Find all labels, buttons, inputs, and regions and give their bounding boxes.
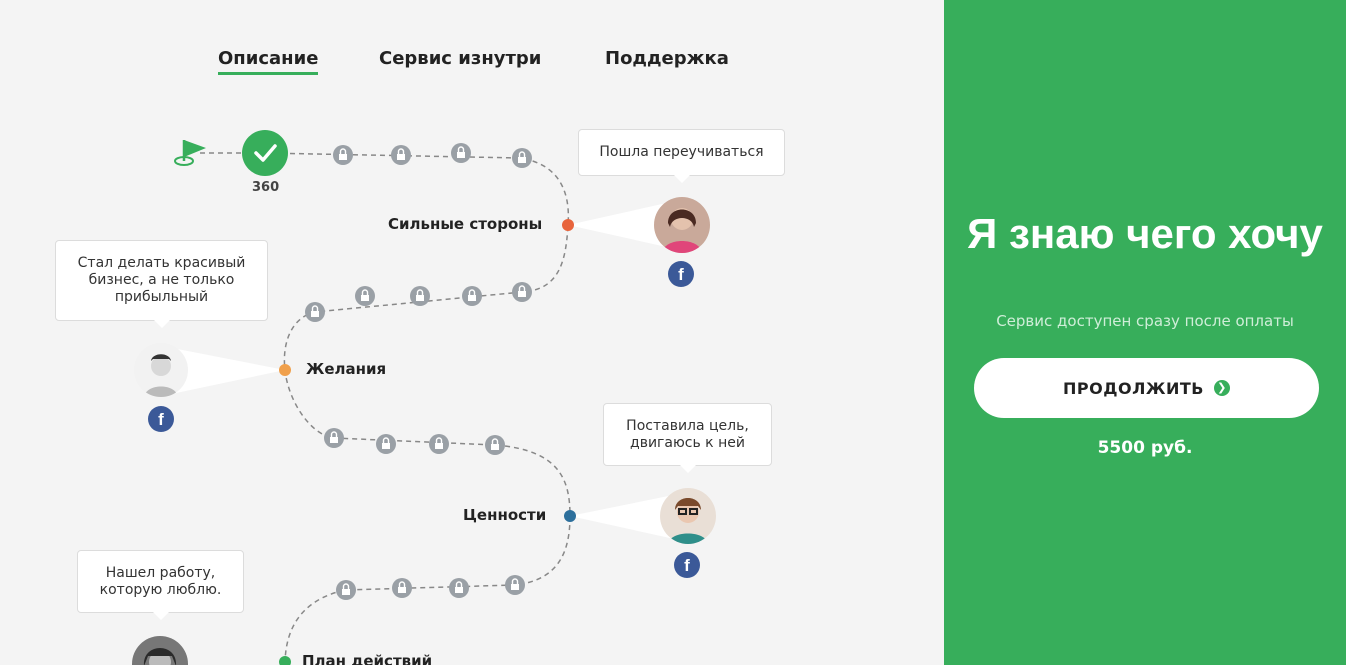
lock-icon — [324, 428, 344, 448]
continue-button[interactable]: ПРОДОЛЖИТЬ ❯ — [974, 358, 1319, 418]
lock-icon — [429, 434, 449, 454]
stage-dot-plan — [279, 656, 291, 665]
lock-icon — [505, 575, 525, 595]
stage-dot-desires — [279, 364, 291, 376]
testimonial-bubble: Поставила цель, двигаюсь к ней — [603, 403, 772, 473]
lock-icon — [376, 434, 396, 454]
stage-dot-strengths — [562, 219, 574, 231]
lock-icon — [451, 143, 471, 163]
testimonial-bubble: Нашел работу, которую люблю. — [77, 550, 244, 620]
lock-icon — [355, 286, 375, 306]
lock-icon — [305, 302, 325, 322]
lock-icon — [449, 578, 469, 598]
lock-icon — [392, 578, 412, 598]
facebook-icon[interactable]: f — [674, 552, 700, 578]
lock-icon — [391, 145, 411, 165]
avatar — [654, 197, 710, 253]
score-value: 360 — [252, 180, 280, 195]
stage-label-desires: Желания — [306, 360, 387, 378]
chevron-right-icon: ❯ — [1213, 380, 1230, 396]
lock-icon — [333, 145, 353, 165]
offer-panel: Я знаю чего хочу Сервис доступен сразу п… — [944, 0, 1346, 665]
facebook-icon[interactable]: f — [668, 261, 694, 287]
facebook-icon[interactable]: f — [148, 406, 174, 432]
lock-icon — [512, 282, 532, 302]
stage-dot-values — [564, 510, 576, 522]
stage-label-plan: План действий — [302, 652, 433, 665]
offer-subtitle: Сервис доступен сразу после оплаты — [996, 312, 1294, 330]
lock-icon — [512, 148, 532, 168]
journey-panel: Описание Сервис изнутри Поддержка 360 Си… — [0, 0, 944, 665]
avatar — [660, 488, 716, 544]
testimonial-bubble: Пошла переучиваться — [578, 129, 785, 183]
lock-icon — [336, 580, 356, 600]
continue-button-label: ПРОДОЛЖИТЬ — [1063, 378, 1204, 398]
lock-icon — [485, 435, 505, 455]
offer-price: 5500 руб. — [1097, 438, 1193, 458]
offer-headline: Я знаю чего хочу — [967, 210, 1323, 257]
testimonial-bubble: Стал делать красивый бизнес, а не только… — [55, 240, 268, 328]
stage-label-strengths: Сильные стороны — [388, 215, 543, 233]
check-icon — [242, 130, 288, 176]
avatar — [134, 343, 188, 397]
lock-icon — [462, 286, 482, 306]
stage-label-values: Ценности — [463, 506, 547, 524]
lock-icon — [410, 286, 430, 306]
